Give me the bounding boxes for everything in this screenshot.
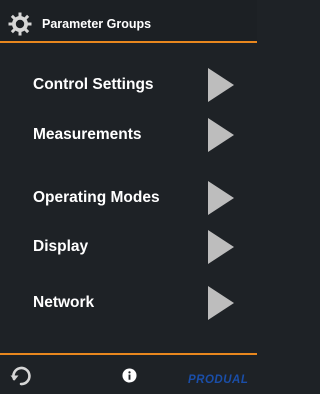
page-title: Parameter Groups — [42, 17, 152, 31]
menu-item-control-settings[interactable]: Control Settings — [0, 63, 257, 107]
menu-item-label: Control Settings — [33, 76, 154, 93]
info-icon[interactable] — [122, 368, 137, 383]
menu-item-label: Network — [33, 294, 95, 311]
header-bar: Parameter Groups — [0, 0, 257, 42]
brand-logo: PRODUAL — [188, 374, 248, 386]
brand-logo-text: PRODUAL — [188, 374, 249, 386]
chevron-right-icon[interactable] — [208, 230, 234, 264]
chevron-right-icon[interactable] — [208, 286, 234, 320]
menu-item-operating-modes[interactable]: Operating Modes — [0, 176, 257, 220]
menu-item-label: Operating Modes — [33, 189, 160, 206]
gear-icon — [8, 12, 32, 36]
menu-item-network[interactable]: Network — [0, 281, 257, 325]
chevron-right-icon[interactable] — [208, 181, 234, 215]
footer-bar: PRODUAL — [0, 355, 257, 394]
chevron-right-icon[interactable] — [208, 68, 234, 102]
menu-item-display[interactable]: Display — [0, 225, 257, 269]
back-icon[interactable] — [8, 364, 32, 388]
menu-item-label: Display — [33, 238, 89, 255]
chevron-right-icon[interactable] — [208, 118, 234, 152]
menu-item-label: Measurements — [33, 126, 142, 143]
parameter-group-list: Control Settings Measurements Operating … — [0, 43, 257, 353]
menu-item-measurements[interactable]: Measurements — [0, 113, 257, 157]
